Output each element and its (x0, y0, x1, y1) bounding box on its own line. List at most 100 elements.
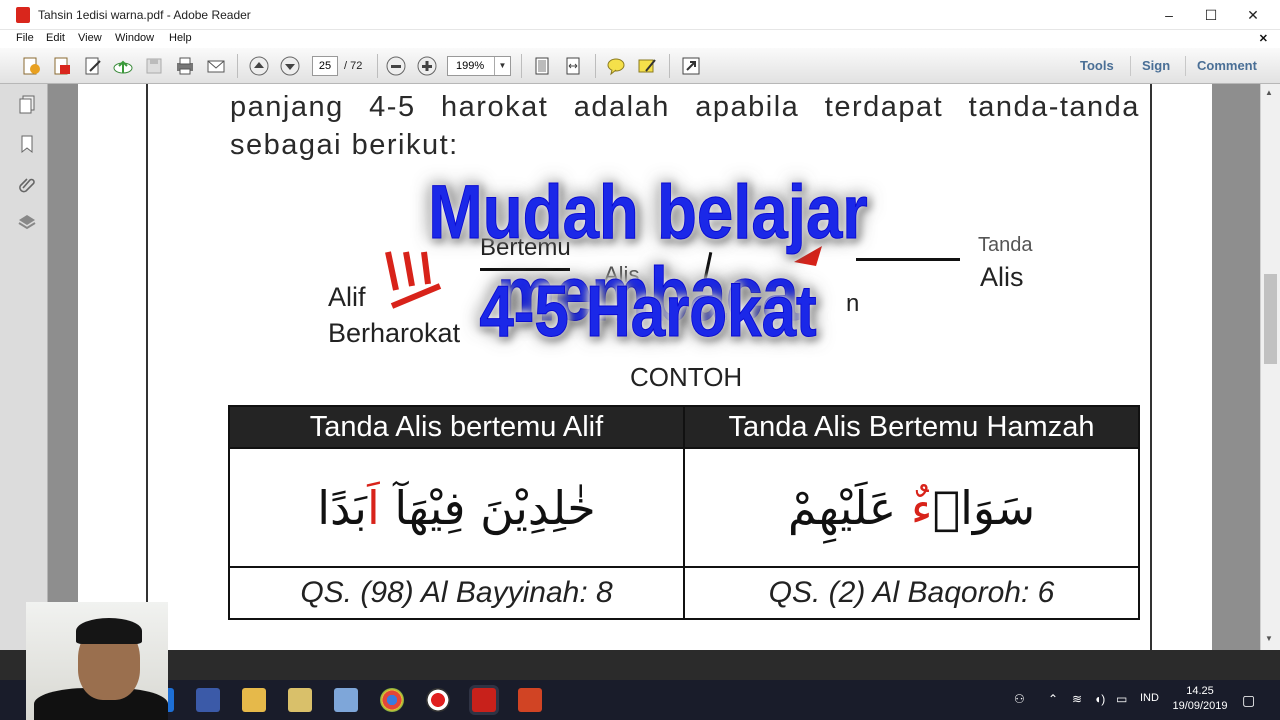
notifications-icon[interactable]: ▢ (1242, 692, 1255, 709)
print-icon[interactable] (174, 55, 196, 77)
table-header-cell: Tanda Alis bertemu Alif (228, 405, 685, 449)
tools-link[interactable]: Tools (1080, 58, 1114, 73)
menu-edit[interactable]: Edit (46, 32, 65, 44)
window-title: Tahsin 1edisi warna.pdf - Adobe Reader (38, 8, 251, 22)
window-bottom-area (0, 650, 1280, 680)
toolbar-separator (521, 54, 522, 78)
toolbar-separator (669, 54, 670, 78)
menu-bar: File Edit View Window Help ✕ (0, 30, 1280, 48)
scroll-down-icon[interactable]: ▼ (1265, 634, 1273, 643)
next-page-icon[interactable] (279, 55, 301, 77)
file-explorer-icon[interactable] (242, 688, 266, 712)
maximize-button[interactable]: ☐ (1190, 3, 1232, 27)
edit-pdf-icon[interactable] (82, 55, 104, 77)
quran-reference-cell: QS. (2) Al Baqoroh: 6 (683, 566, 1140, 620)
save-icon[interactable] (143, 55, 165, 77)
presenter-cap (76, 618, 142, 644)
battery-icon[interactable]: ▭ (1116, 692, 1127, 706)
arabic-example-cell: خٰلِدِيْنَ فِيْهَآ اَبَدًا (228, 447, 685, 568)
examples-table: Tanda Alis bertemu Alif Tanda Alis Berte… (228, 405, 1140, 620)
comment-link[interactable]: Comment (1197, 58, 1257, 73)
app-icon[interactable] (334, 688, 358, 712)
scroll-up-icon[interactable]: ▲ (1265, 88, 1273, 97)
clock-date: 19/09/2019 (1172, 700, 1228, 712)
fit-width-icon[interactable] (562, 55, 584, 77)
page-number-input[interactable]: 25 (312, 56, 338, 76)
toolbar-separator (237, 54, 238, 78)
full-screen-icon[interactable] (680, 55, 702, 77)
taskbar: ⚇ ⌃ ≋ ◖) ▭ IND 14.25 19/09/2019 ▢ (0, 680, 1280, 720)
open-file-icon[interactable] (51, 55, 73, 77)
chrome-icon[interactable] (380, 688, 404, 712)
close-button[interactable]: ✕ (1232, 3, 1274, 27)
title-bar: Tahsin 1edisi warna.pdf - Adobe Reader –… (0, 0, 1280, 30)
webcam-overlay (26, 602, 168, 720)
fit-page-icon[interactable] (531, 55, 553, 77)
menu-help[interactable]: Help (169, 32, 192, 44)
comment-icon[interactable] (605, 55, 627, 77)
adobe-reader-window: Tahsin 1edisi warna.pdf - Adobe Reader –… (0, 0, 1280, 680)
zoom-level-value: 199% (456, 60, 485, 72)
menu-window[interactable]: Window (115, 32, 154, 44)
toolbar: 25 / 72 199% ▼ Tools Sign Comment (0, 48, 1280, 84)
table-header-row: Tanda Alis bertemu Alif Tanda Alis Berte… (228, 405, 1140, 449)
document-viewport[interactable]: panjang 4-5 harokat adalah apabila terda… (48, 84, 1260, 650)
paragraph-word: apabila (695, 91, 800, 123)
bookmarks-icon[interactable] (17, 134, 37, 154)
powerpoint-icon[interactable] (518, 688, 542, 712)
arabic-text: عَلَيْهِمْ (787, 480, 911, 535)
paragraph-line-2: sebagai berikut: (230, 129, 459, 161)
diagram-caption: CONTOH (630, 362, 743, 392)
email-icon[interactable] (205, 55, 227, 77)
attachments-icon[interactable] (17, 174, 37, 194)
pdf-page: panjang 4-5 harokat adalah apabila terda… (78, 84, 1212, 650)
screen-recorder-icon[interactable] (426, 688, 450, 712)
zoom-in-icon[interactable] (416, 55, 438, 77)
table-header-cell: Tanda Alis Bertemu Hamzah (683, 405, 1140, 449)
vertical-scrollbar[interactable]: ▲ ▼ (1260, 84, 1280, 650)
toolbar-separator (1185, 56, 1186, 76)
chevron-up-icon[interactable]: ⌃ (1048, 692, 1058, 706)
notes-app-icon[interactable] (288, 688, 312, 712)
arabic-text: خٰلِدِيْنَ فِيْهَآ (379, 480, 596, 535)
toolbar-separator (1130, 56, 1131, 76)
previous-page-icon[interactable] (248, 55, 270, 77)
overlay-title-line-2: 4-5 Harokat (479, 272, 817, 352)
navigation-pane (0, 84, 48, 650)
arabic-text: بَدًا (317, 480, 367, 535)
volume-icon[interactable]: ◖) (1094, 692, 1105, 706)
arabic-highlight: ۤءٌ (910, 480, 933, 535)
adobe-reader-app-icon (16, 7, 30, 23)
adobe-reader-taskbar-icon[interactable] (472, 688, 496, 712)
zoom-out-icon[interactable] (385, 55, 407, 77)
clock[interactable]: 14.25 19/09/2019 (1170, 684, 1230, 714)
menu-file[interactable]: File (16, 32, 34, 44)
page-thumbnails-icon[interactable] (17, 94, 37, 114)
page-total: / 72 (344, 60, 363, 72)
people-icon[interactable]: ⚇ (1014, 692, 1025, 706)
toolbar-separator (377, 54, 378, 78)
store-icon[interactable] (196, 688, 220, 712)
paragraph-word: terdapat (824, 91, 944, 123)
sign-link[interactable]: Sign (1142, 58, 1170, 73)
zoom-level-select[interactable]: 199% ▼ (447, 56, 511, 76)
scrollbar-thumb[interactable] (1264, 274, 1277, 364)
layers-icon[interactable] (17, 212, 37, 232)
arabic-example-cell: سَوَاۤءٌ عَلَيْهِمْ (683, 447, 1140, 568)
minimize-button[interactable]: – (1148, 3, 1190, 27)
create-pdf-icon[interactable] (20, 55, 42, 77)
arabic-highlight: اَ (366, 480, 380, 535)
language-indicator[interactable]: IND (1140, 692, 1159, 704)
paragraph-word: tanda-tanda (968, 91, 1140, 123)
chevron-down-icon[interactable]: ▼ (494, 57, 510, 75)
paragraph-word: panjang (230, 91, 344, 123)
paragraph-word: harokat (441, 91, 549, 123)
table-row: QS. (98) Al Bayyinah: 8 QS. (2) Al Baqor… (228, 566, 1140, 620)
table-row: خٰلِدِيْنَ فِيْهَآ اَبَدًا سَوَاۤءٌ عَلَ… (228, 447, 1140, 568)
close-document-button[interactable]: ✕ (1259, 32, 1268, 45)
highlight-icon[interactable] (636, 55, 658, 77)
cloud-upload-icon[interactable] (112, 55, 134, 77)
menu-view[interactable]: View (78, 32, 102, 44)
arabic-text: سَوَا (932, 480, 1036, 535)
wifi-icon[interactable]: ≋ (1072, 692, 1082, 706)
